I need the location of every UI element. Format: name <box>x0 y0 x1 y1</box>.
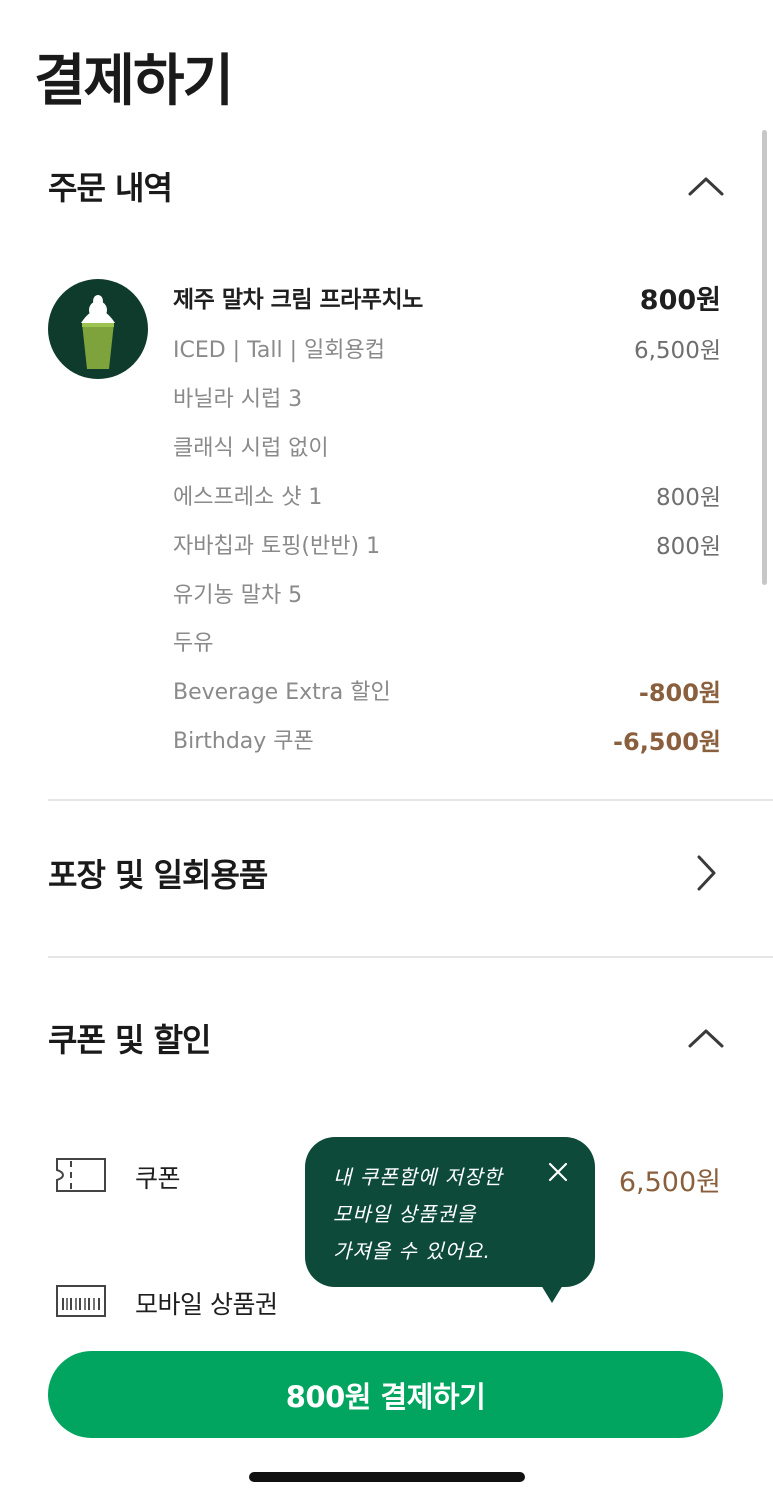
option-value: 6,500원 <box>633 338 721 364</box>
tooltip-line: 내 쿠폰함에 저장한 <box>333 1165 503 1189</box>
close-icon[interactable] <box>543 1157 573 1187</box>
coupon-section-header[interactable]: 쿠폰 및 할인 <box>48 1008 726 1068</box>
tooltip-line: 가져올 수 있어요. <box>333 1239 491 1263</box>
option-label: 두유 <box>173 631 214 656</box>
pay-button[interactable]: 800원 결제하기 <box>48 1351 723 1438</box>
option-label: 자바칩과 토핑(반반) 1 <box>173 534 381 559</box>
discount-row: Beverage Extra 할인 -800원 <box>173 673 721 707</box>
option-row: 에스프레소 샷 1 800원 <box>173 478 721 512</box>
tooltip-tail <box>541 1285 563 1303</box>
discount-label: Beverage Extra 할인 <box>173 680 391 705</box>
order-section-title: 주문 내역 <box>48 169 173 207</box>
option-label: ICED | Tall | 일회용컵 <box>173 338 385 363</box>
packaging-section-title: 포장 및 일회용품 <box>48 856 268 894</box>
discount-value: -800원 <box>638 678 721 707</box>
home-indicator[interactable] <box>249 1472 525 1482</box>
chevron-up-icon[interactable] <box>686 1018 726 1058</box>
coupon-ticket-icon <box>55 1157 107 1197</box>
option-label: 클래식 시럽 없이 <box>173 436 329 461</box>
option-label: 유기농 말차 5 <box>173 583 303 608</box>
packaging-section-header[interactable]: 포장 및 일회용품 <box>48 843 726 903</box>
gift-card-row[interactable]: 모바일 상품권 <box>55 1284 278 1322</box>
option-value: 800원 <box>655 534 721 560</box>
page-title: 결제하기 <box>34 49 234 114</box>
discount-label: Birthday 쿠폰 <box>173 729 314 754</box>
coupon-section-title: 쿠폰 및 할인 <box>48 1021 211 1059</box>
option-row: ICED | Tall | 일회용컵 6,500원 <box>173 331 721 365</box>
option-row: 클래식 시럽 없이 <box>173 429 721 463</box>
option-row: 유기농 말차 5 <box>173 576 721 610</box>
divider <box>48 799 773 801</box>
item-name: 제주 말차 크림 프라푸치노 <box>173 287 423 313</box>
divider <box>48 956 773 958</box>
chevron-up-icon[interactable] <box>686 166 726 206</box>
coupon-row[interactable]: 쿠폰 <box>55 1157 181 1197</box>
order-section-header[interactable]: 주문 내역 <box>48 156 726 216</box>
item-price: 800원 <box>639 285 721 316</box>
coupon-value: 6,500원 <box>618 1167 721 1198</box>
chevron-right-icon[interactable] <box>686 853 726 893</box>
option-row: 두유 <box>173 624 721 658</box>
option-label: 에스프레소 샷 1 <box>173 485 323 510</box>
discount-value: -6,500원 <box>613 727 721 756</box>
tooltip-line: 모바일 상품권을 <box>333 1202 477 1226</box>
option-row: 바닐라 시럽 3 <box>173 380 721 414</box>
coupon-label: 쿠폰 <box>135 1164 181 1193</box>
scrollbar[interactable] <box>762 130 767 585</box>
option-label: 바닐라 시럽 3 <box>173 387 303 412</box>
option-value: 800원 <box>655 485 721 511</box>
gift-card-label: 모바일 상품권 <box>135 1290 278 1319</box>
option-row: 자바칩과 토핑(반반) 1 800원 <box>173 527 721 561</box>
gift-card-tooltip: 내 쿠폰함에 저장한 모바일 상품권을 가져올 수 있어요. <box>305 1137 595 1303</box>
gift-card-icon <box>55 1284 107 1322</box>
discount-row: Birthday 쿠폰 -6,500원 <box>173 722 721 756</box>
product-image <box>48 279 148 379</box>
